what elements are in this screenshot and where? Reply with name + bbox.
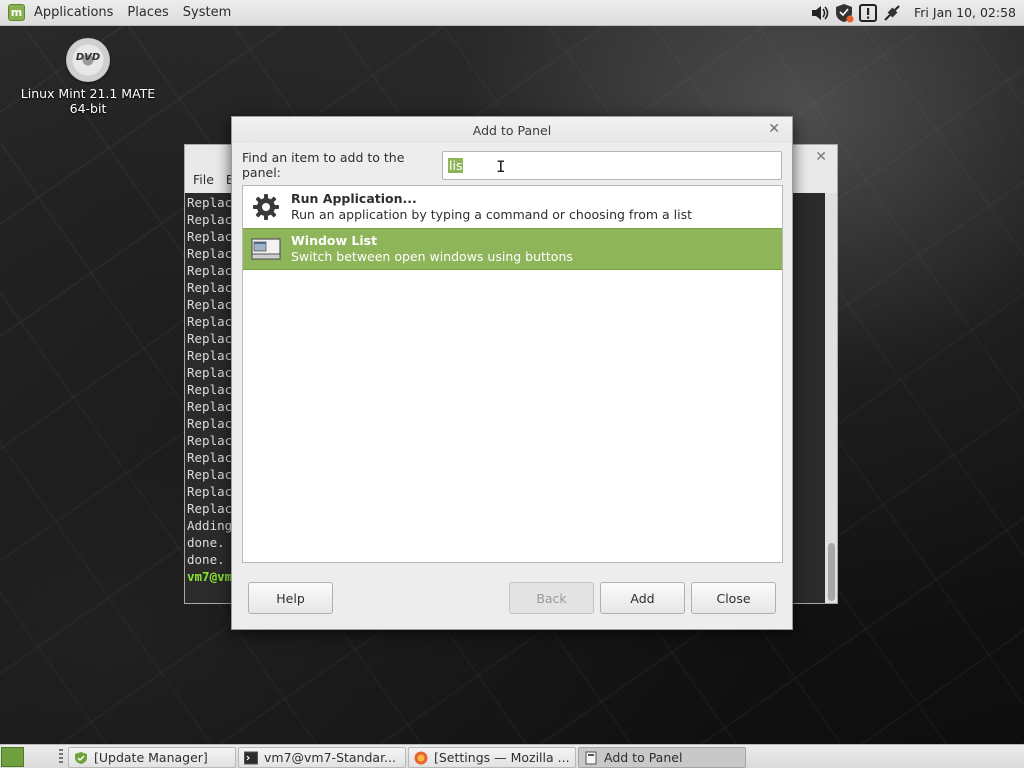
- task-add-to-panel[interactable]: Add to Panel: [578, 747, 746, 768]
- desktop-icon-label-line2: 64-bit: [69, 101, 107, 116]
- panel-icon: [584, 751, 598, 765]
- close-button[interactable]: Close: [691, 582, 776, 614]
- menu-applications[interactable]: Applications: [27, 0, 120, 26]
- dvd-icon-text: DVD: [75, 52, 101, 63]
- firefox-icon: [414, 751, 428, 765]
- show-desktop-icon[interactable]: [1, 747, 24, 767]
- mint-logo-icon[interactable]: m: [8, 4, 25, 21]
- text-cursor-icon: I: [496, 156, 506, 176]
- notification-icon[interactable]: [858, 3, 878, 23]
- find-label: Find an item to add to the panel:: [242, 150, 405, 180]
- clock[interactable]: Fri Jan 10, 02:58: [904, 5, 1024, 20]
- terminal-icon: [244, 751, 258, 765]
- task-firefox-settings[interactable]: [Settings — Mozilla ...: [408, 747, 576, 768]
- task-label: [Update Manager]: [94, 750, 208, 765]
- search-input[interactable]: lis I: [442, 150, 782, 180]
- desktop-icon-dvd[interactable]: DVD Linux Mint 21.1 MATE 64-bit: [18, 38, 158, 116]
- desktop-icon-label: Linux Mint 21.1 MATE 64-bit: [21, 86, 155, 116]
- task-label: [Settings — Mozilla ...: [434, 750, 570, 765]
- network-icon[interactable]: [882, 3, 902, 23]
- list-item-run-application[interactable]: Run Application... Run an application by…: [243, 186, 782, 228]
- dialog-titlebar[interactable]: Add to Panel ✕: [232, 117, 792, 143]
- top-panel: m Applications Places System Fri Jan 10,…: [0, 0, 1024, 26]
- gear-icon: [251, 192, 281, 222]
- bottom-panel: [Update Manager] vm7@vm7-Standar... [Set…: [0, 744, 1024, 768]
- desktop-icon-label-line1: Linux Mint 21.1 MATE: [20, 86, 156, 101]
- list-item-title: Run Application...: [291, 191, 417, 206]
- list-item-description: Run an application by typing a command o…: [291, 207, 692, 222]
- volume-icon[interactable]: [810, 3, 830, 23]
- back-button[interactable]: Back: [509, 582, 594, 614]
- list-item-window-list[interactable]: Window List Switch between open windows …: [243, 228, 782, 270]
- find-row: Find an item to add to the panel: lis I: [242, 150, 783, 180]
- shield-update-icon[interactable]: [834, 3, 854, 23]
- terminal-scrollbar[interactable]: [825, 193, 837, 603]
- dvd-icon: DVD: [66, 38, 110, 82]
- help-button[interactable]: Help: [248, 582, 333, 614]
- task-label: vm7@vm7-Standar...: [264, 750, 396, 765]
- menu-places[interactable]: Places: [120, 0, 175, 26]
- search-input-value: lis: [448, 157, 464, 173]
- task-update-manager[interactable]: [Update Manager]: [68, 747, 236, 768]
- window-list-icon: [251, 234, 281, 264]
- system-tray: Fri Jan 10, 02:58: [808, 0, 1024, 26]
- terminal-scroll-thumb[interactable]: [828, 543, 835, 601]
- dialog-title: Add to Panel: [472, 122, 552, 138]
- menu-system[interactable]: System: [176, 0, 238, 26]
- add-button[interactable]: Add: [600, 582, 685, 614]
- list-item-description: Switch between open windows using button…: [291, 249, 573, 264]
- list-item-title: Window List: [291, 233, 378, 248]
- add-to-panel-dialog: Add to Panel ✕ Find an item to add to th…: [231, 116, 793, 630]
- task-label: Add to Panel: [604, 750, 683, 765]
- terminal-close-icon[interactable]: ✕: [815, 149, 827, 165]
- update-manager-icon: [74, 751, 88, 765]
- task-terminal[interactable]: vm7@vm7-Standar...: [238, 747, 406, 768]
- panel-grip-handle[interactable]: [59, 749, 63, 765]
- close-icon[interactable]: ✕: [768, 121, 780, 137]
- panel-item-list[interactable]: Run Application... Run an application by…: [242, 185, 783, 563]
- terminal-menu-file[interactable]: File: [193, 172, 214, 187]
